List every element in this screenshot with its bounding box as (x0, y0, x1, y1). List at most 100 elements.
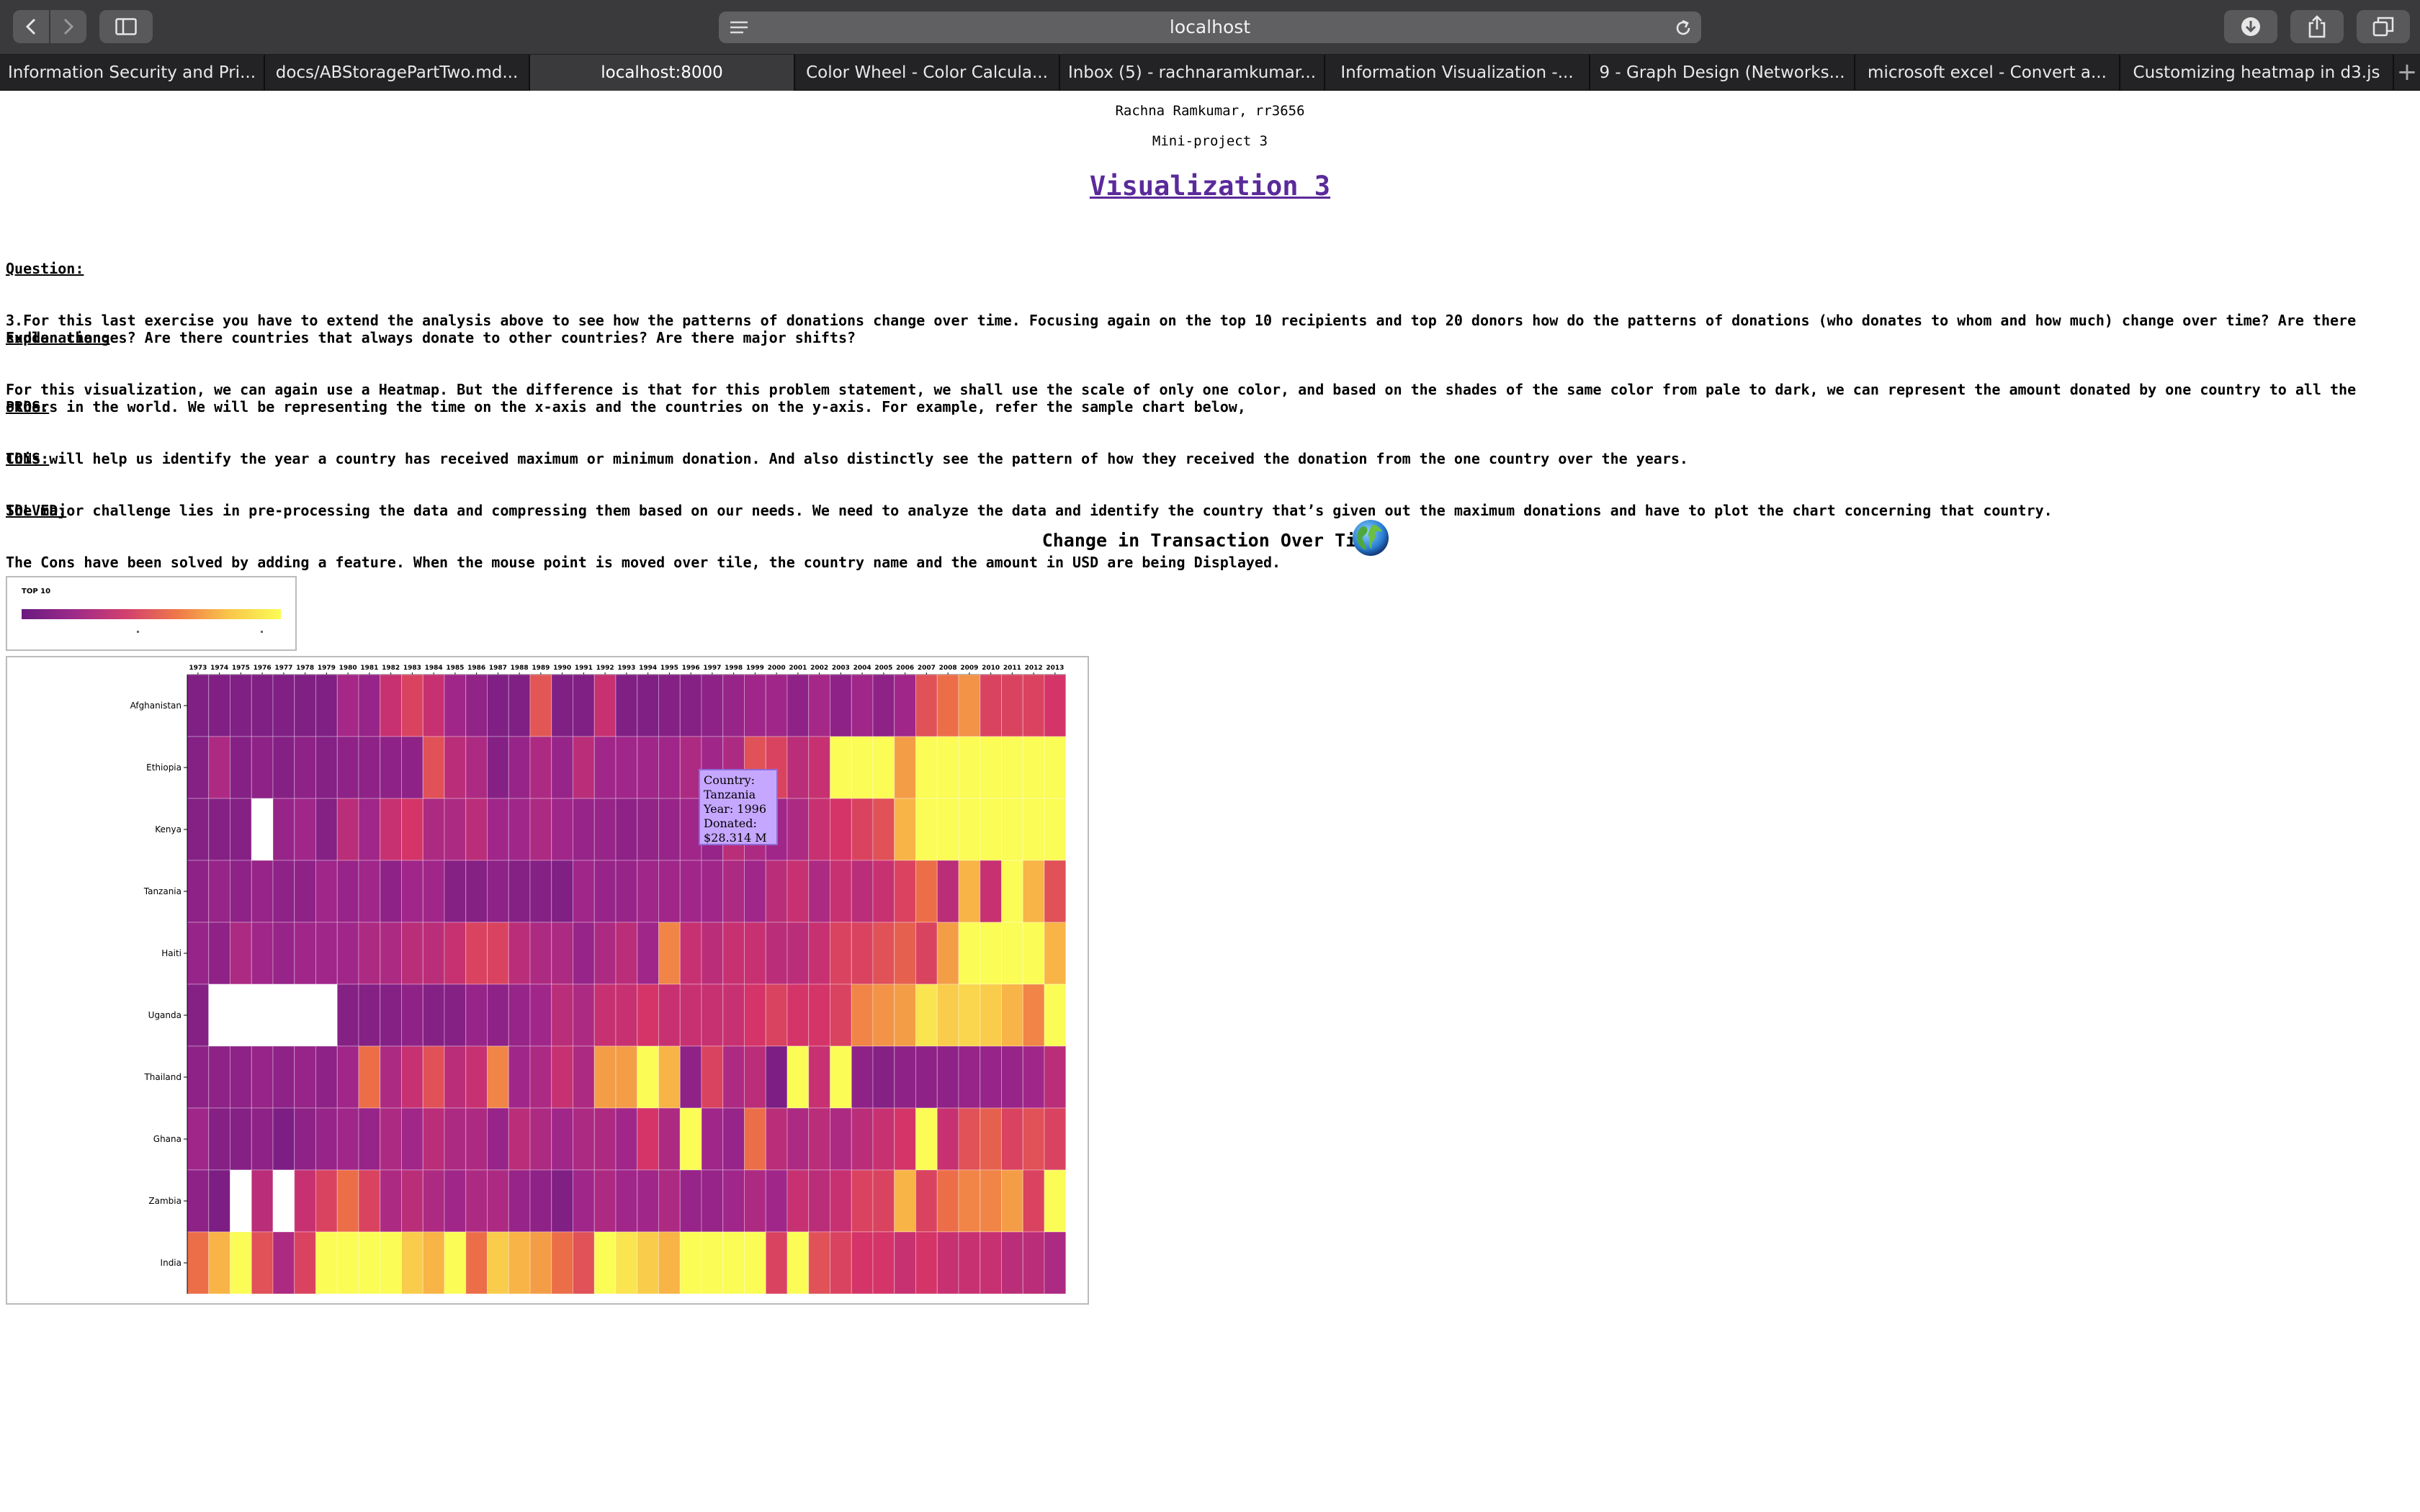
heatmap-cell[interactable] (465, 1169, 488, 1233)
heatmap-cell[interactable] (744, 1231, 766, 1295)
tab-microsoft-excel[interactable]: microsoft excel - Convert a... (1855, 55, 2120, 91)
heatmap-cell[interactable] (808, 674, 830, 737)
heatmap-cell[interactable] (573, 798, 595, 861)
heatmap-cell[interactable] (336, 922, 359, 985)
heatmap-cell[interactable] (251, 860, 274, 923)
heatmap-cell[interactable] (1001, 674, 1023, 737)
heatmap-cell[interactable] (894, 922, 916, 985)
heatmap-cell[interactable] (487, 1045, 509, 1109)
heatmap-cell[interactable] (1022, 674, 1045, 737)
heatmap-cell[interactable] (1022, 922, 1045, 985)
heatmap-cell[interactable] (465, 860, 488, 923)
heatmap-cell[interactable] (251, 984, 274, 1047)
heatmap-cell[interactable] (1001, 984, 1023, 1047)
heatmap-cell[interactable] (1044, 1107, 1067, 1171)
heatmap-cell[interactable] (401, 736, 424, 799)
heatmap-cell[interactable] (1022, 1231, 1045, 1295)
heatmap-cell[interactable] (294, 736, 316, 799)
heatmap-cell[interactable] (529, 1045, 552, 1109)
heatmap-cell[interactable] (358, 1169, 381, 1233)
heatmap-cell[interactable] (808, 1231, 830, 1295)
heatmap-cell[interactable] (615, 1045, 638, 1109)
heatmap-cell[interactable] (679, 922, 702, 985)
heatmap-cell[interactable] (551, 798, 573, 861)
heatmap-cell[interactable] (573, 922, 595, 985)
heatmap-cell[interactable] (208, 674, 230, 737)
heatmap-cell[interactable] (294, 1107, 316, 1171)
heatmap-cell[interactable] (872, 1107, 895, 1171)
heatmap-cell[interactable] (786, 1169, 810, 1233)
heatmap-cell[interactable] (936, 1045, 959, 1109)
heatmap-cell[interactable] (722, 922, 745, 985)
heatmap-cell[interactable] (529, 984, 552, 1047)
heatmap-cell[interactable] (872, 1231, 895, 1295)
heatmap-cell[interactable] (593, 736, 617, 799)
heatmap-cell[interactable] (593, 1231, 617, 1295)
heatmap-cell[interactable] (336, 736, 359, 799)
heatmap-cell[interactable] (615, 1107, 638, 1171)
heatmap-cell[interactable] (593, 860, 617, 923)
heatmap-cell[interactable] (230, 860, 252, 923)
heatmap-cell[interactable] (872, 798, 895, 861)
heatmap-cell[interactable] (487, 736, 509, 799)
heatmap-cell[interactable] (358, 1045, 381, 1109)
heatmap-cell[interactable] (786, 922, 810, 985)
heatmap-cell[interactable] (722, 1045, 745, 1109)
heatmap-cell[interactable] (722, 1107, 745, 1171)
heatmap-cell[interactable] (980, 1107, 1002, 1171)
heatmap-cell[interactable] (765, 1045, 788, 1109)
heatmap-cell[interactable] (444, 984, 467, 1047)
heatmap-cell[interactable] (894, 1169, 916, 1233)
heatmap-cell[interactable] (444, 1231, 467, 1295)
heatmap-cell[interactable] (401, 922, 424, 985)
heatmap-cell[interactable] (315, 922, 338, 985)
heatmap-cell[interactable] (1022, 1107, 1045, 1171)
heatmap-cell[interactable] (230, 1045, 252, 1109)
heatmap-cell[interactable] (593, 1169, 617, 1233)
heatmap-cell[interactable] (551, 860, 573, 923)
heatmap-cell[interactable] (744, 1107, 766, 1171)
heatmap-cell[interactable] (422, 922, 445, 985)
heatmap-cell[interactable] (851, 798, 874, 861)
heatmap-cell[interactable] (380, 1107, 402, 1171)
heatmap-cell[interactable] (637, 1169, 659, 1233)
heatmap-cell[interactable] (208, 1169, 230, 1233)
tab-graph-design[interactable]: 9 - Graph Design (Networks... (1590, 55, 1855, 91)
heatmap-cell[interactable] (487, 922, 509, 985)
heatmap-cell[interactable] (894, 736, 916, 799)
heatmap-cell[interactable] (1044, 984, 1067, 1047)
heatmap-cell[interactable] (786, 1107, 810, 1171)
heatmap-cell[interactable] (936, 674, 959, 737)
heatmap-cell[interactable] (551, 984, 573, 1047)
heatmap-cell[interactable] (272, 922, 295, 985)
heatmap-cell[interactable] (658, 1045, 681, 1109)
heatmap-cell[interactable] (637, 984, 659, 1047)
heatmap-cell[interactable] (1001, 1231, 1023, 1295)
heatmap-cell[interactable] (401, 860, 424, 923)
heatmap-cell[interactable] (187, 1169, 210, 1233)
heatmap-cell[interactable] (529, 736, 552, 799)
heatmap-cell[interactable] (444, 1169, 467, 1233)
heatmap-cell[interactable] (1022, 736, 1045, 799)
heatmap-cell[interactable] (422, 1045, 445, 1109)
heatmap-cell[interactable] (679, 674, 702, 737)
heatmap-cell[interactable] (444, 1045, 467, 1109)
heatmap-cell[interactable] (465, 736, 488, 799)
heatmap-cell[interactable] (401, 674, 424, 737)
heatmap-cell[interactable] (830, 1169, 852, 1233)
heatmap-cell[interactable] (508, 1231, 531, 1295)
heatmap-cell[interactable] (915, 1169, 938, 1233)
heatmap-cell[interactable] (529, 1107, 552, 1171)
heatmap-cell[interactable] (465, 674, 488, 737)
heatmap-cell[interactable] (422, 860, 445, 923)
heatmap-cell[interactable] (529, 1231, 552, 1295)
heatmap-cell[interactable] (915, 984, 938, 1047)
heatmap-cell[interactable] (380, 736, 402, 799)
heatmap-cell[interactable] (508, 984, 531, 1047)
heatmap-cell[interactable] (808, 1045, 830, 1109)
heatmap-cell[interactable] (851, 1107, 874, 1171)
heatmap-cell[interactable] (915, 1231, 938, 1295)
heatmap-cell[interactable] (508, 736, 531, 799)
heatmap-cell[interactable] (958, 1169, 981, 1233)
heatmap-cell[interactable] (637, 1231, 659, 1295)
